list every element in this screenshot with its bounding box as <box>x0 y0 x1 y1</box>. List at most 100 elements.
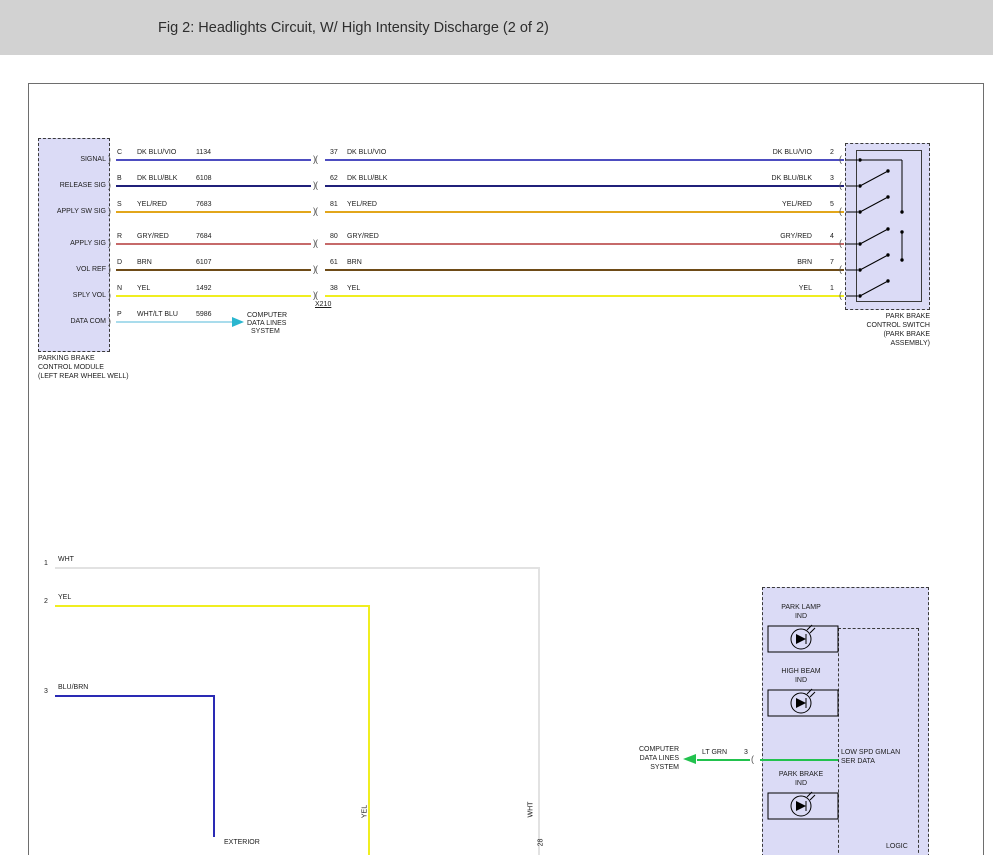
module-pin-label: APPLY SIG <box>40 240 106 248</box>
connector-symbol: ) <box>108 207 110 216</box>
connector-symbol: ( <box>839 207 841 216</box>
connector-symbol: ) <box>108 265 110 274</box>
indicator-label: HIGH BEAM <box>770 668 832 676</box>
mid-wire-color-label: BLU/BRN <box>58 684 88 692</box>
wire-color-label-right: DK BLU/BLK <box>690 175 812 183</box>
switch-pin-number: 7 <box>830 259 834 267</box>
wire-color-label-right: BRN <box>690 259 812 267</box>
wire-color-label: DK BLU/VIO <box>137 149 176 157</box>
connector-symbol: ) <box>108 239 110 248</box>
offpage-destination: DATA LINES <box>611 755 679 763</box>
offpage-destination: COMPUTER <box>611 746 679 754</box>
circuit-number: 6108 <box>196 175 212 183</box>
module-pin-label: VOL REF <box>40 266 106 274</box>
wire-applysw-seg2 <box>325 211 844 213</box>
connector-symbol: ( <box>839 265 841 274</box>
wire-signal-seg1 <box>116 159 311 161</box>
wire-blubrn-vertical <box>213 695 215 837</box>
wire-ltgrn-seg2 <box>760 759 838 761</box>
connector-cavity-number: 37 <box>330 149 338 157</box>
circuit-number: 5986 <box>196 311 212 319</box>
circuit-number: 1492 <box>196 285 212 293</box>
pin-letter: C <box>117 149 122 157</box>
pin-letter: D <box>117 259 122 267</box>
circuit-number: 1134 <box>196 149 211 157</box>
module-pin-label: RELEASE SIG <box>40 182 106 190</box>
gmlan-label: LOW SPD GMLAN <box>841 749 900 757</box>
offpage-arrow-right-icon <box>232 317 244 327</box>
page-title: Fig 2: Headlights Circuit, W/ High Inten… <box>158 20 549 36</box>
wire-volref-seg1 <box>116 269 311 271</box>
connector-cavity-number: 80 <box>330 233 338 241</box>
switch-pin-number: 4 <box>830 233 834 241</box>
mid-wire-color-label: YEL <box>58 594 71 602</box>
switch-pin-number: 2 <box>830 149 834 157</box>
wire-color-label-right: GRY/RED <box>690 233 812 241</box>
module-caption: (LEFT REAR WHEEL WELL) <box>38 373 129 381</box>
logic-inner-box <box>838 628 919 855</box>
gmlan-label: SER DATA <box>841 758 875 766</box>
mid-wire-number: 2 <box>44 598 48 606</box>
connector-cavity-number: 38 <box>330 285 338 293</box>
switch-pin-number: 5 <box>830 201 834 209</box>
connector-symbol: ( <box>839 291 841 300</box>
connector-symbol: ) <box>108 155 110 164</box>
inline-connector-symbol: )( <box>311 239 319 248</box>
connector-cavity-number: 61 <box>330 259 338 267</box>
wire-color-label: GRY/RED <box>137 233 169 241</box>
switch-pin-number: 1 <box>830 285 834 293</box>
logic-label: LOGIC <box>886 843 908 851</box>
wire-apply-seg1 <box>116 243 311 245</box>
connector-id-label: X210 <box>315 301 331 309</box>
inline-connector-symbol: )( <box>311 265 319 274</box>
mid-wire-number: 3 <box>44 688 48 696</box>
wiring-diagram-page: Fig 2: Headlights Circuit, W/ High Inten… <box>0 0 993 855</box>
module-pin-label: SPLY VOL <box>40 292 106 300</box>
pin-letter: S <box>117 201 122 209</box>
indicator-label: IND <box>770 613 832 621</box>
connector-cavity-number: 62 <box>330 175 338 183</box>
wire-datacom-seg <box>116 321 232 323</box>
switch-pin-number: 3 <box>830 175 834 183</box>
module-pin-label: DATA COM <box>40 318 106 326</box>
wire-color-label: WHT/LT BLU <box>137 311 178 319</box>
connector-cavity-number: 3 <box>744 749 748 757</box>
exterior-destination-label: EXTERIOR <box>224 839 260 847</box>
vertical-wire-label-yel: YEL <box>362 792 369 832</box>
offpage-destination: COMPUTER <box>247 312 287 320</box>
offpage-destination: SYSTEM <box>251 328 280 336</box>
mid-wire-number: 1 <box>44 560 48 568</box>
wire-color-label: LT GRN <box>702 749 727 757</box>
pin-letter: B <box>117 175 122 183</box>
wire-release-seg2 <box>325 185 844 187</box>
circuit-number: 7683 <box>196 201 212 209</box>
pin-letter: P <box>117 311 122 319</box>
circuit-number: 6107 <box>196 259 212 267</box>
wire-color-label-mid: DK BLU/VIO <box>347 149 386 157</box>
indicator-label: PARK BRAKE <box>770 771 832 779</box>
connector-symbol: ) <box>108 291 110 300</box>
indicator-label: IND <box>770 780 832 788</box>
wire-splyvol-seg1 <box>116 295 311 297</box>
switch-caption: PARK BRAKE <box>830 313 930 321</box>
wire-color-label: BRN <box>137 259 152 267</box>
wire-release-seg1 <box>116 185 311 187</box>
vertical-wire-label-wht: WHT <box>528 790 535 830</box>
module-caption: PARKING BRAKE <box>38 355 95 363</box>
offpage-destination: SYSTEM <box>611 764 679 772</box>
module-caption: CONTROL MODULE <box>38 364 104 372</box>
wire-volref-seg2 <box>325 269 844 271</box>
wire-color-label-mid: DK BLU/BLK <box>347 175 387 183</box>
indicator-label: PARK LAMP <box>770 604 832 612</box>
wire-splyvol-seg2 <box>325 295 844 297</box>
switch-inner-box <box>856 150 922 302</box>
module-pin-label: APPLY SW SIG <box>40 208 106 216</box>
wire-color-label-right: YEL/RED <box>690 201 812 209</box>
pin-letter: N <box>117 285 122 293</box>
wire-color-label: YEL/RED <box>137 201 167 209</box>
wire-color-label: YEL <box>137 285 150 293</box>
grid-reference: 28 <box>538 823 545 855</box>
switch-caption: ASSEMBLY) <box>830 340 930 348</box>
wire-yel-horizontal <box>55 605 370 607</box>
offpage-destination: DATA LINES <box>247 320 286 328</box>
